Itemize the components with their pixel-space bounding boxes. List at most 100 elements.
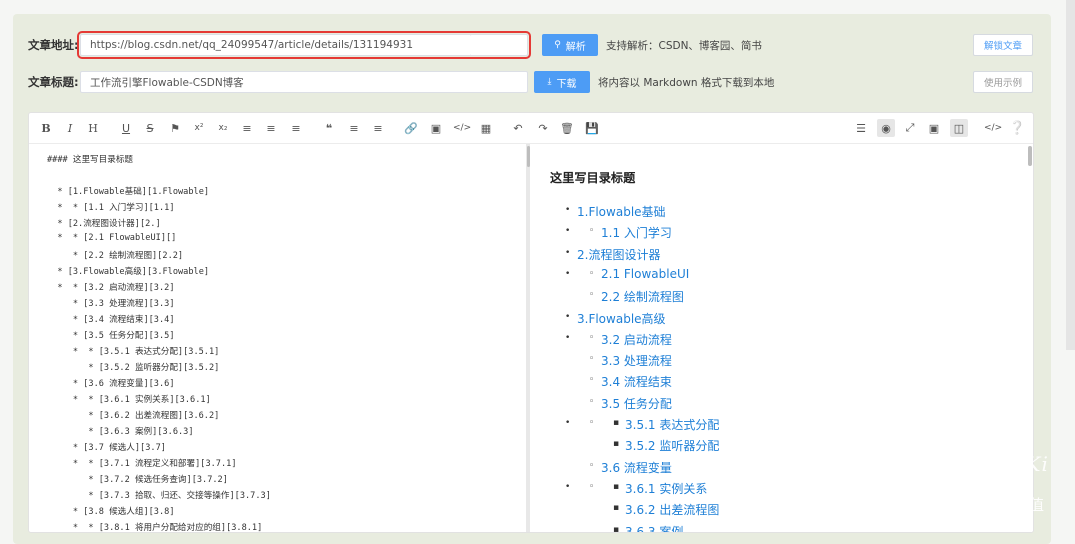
fullscreen-icon[interactable]: ⤢ [903,120,917,136]
help-icon[interactable]: ❔ [1009,120,1025,136]
toc-bullet: • [565,247,571,258]
toc-bullet: • [565,332,571,343]
toc-bullet: ◦ [589,460,595,471]
split-view-icon[interactable]: ◫ [950,119,968,137]
italic-icon[interactable]: I [63,120,77,136]
menu-icon[interactable]: ☰ [854,120,868,136]
strikethrough-icon[interactable]: S [143,120,157,136]
toc-bullet: ◦ [589,375,595,386]
trash-icon[interactable]: 🗑 [560,120,574,136]
markdown-line: * [3.4 流程结束][3.4] [47,315,175,325]
parse-hint: 支持解析：CSDN、博客园、简书 [606,39,762,52]
superscript-icon[interactable]: x² [192,120,206,136]
save-icon[interactable]: 💾 [585,120,599,136]
preview-scrollbar[interactable] [1028,146,1032,166]
toc-bullet: ◦ [589,481,595,492]
markdown-line: * [3.6 流程变量][3.6] [47,379,175,389]
title-input[interactable]: 工作流引擎Flowable-CSDN博客 [80,71,528,93]
parse-button[interactable]: ⚲ 解析 [542,34,598,56]
toc-bullet: ◦ [589,268,595,279]
markdown-line: * [3.8 候选人组][3.8] [47,507,175,517]
toc-bullet: ◦ [589,290,595,301]
download-button-label: 下载 [556,78,577,90]
undo-icon[interactable]: ↶ [511,120,525,136]
title-row: 文章标题: 工作流引擎Flowable-CSDN博客 ⤓ 下载 将内容以 Mar… [28,71,774,93]
page-scrollbar[interactable] [1066,0,1075,350]
toc-link[interactable]: 3.6.1 实例关系 [625,480,707,497]
image-icon[interactable]: ▣ [429,120,443,136]
url-input-tail[interactable] [470,34,528,56]
markdown-line: #### 这里写目录标题 [47,155,134,165]
markdown-line: * * [3.6.1 实例关系][3.6.1] [47,395,211,405]
markdown-line: * [3.6.2 出差流程图][3.6.2] [47,411,220,421]
toc-bullet: • [565,481,571,492]
toc-link[interactable]: 3.Flowable高级 [577,310,666,327]
subscript-icon[interactable]: x₂ [216,120,230,136]
toc-link[interactable]: 2.2 绘制流程图 [601,288,684,305]
toc-link[interactable]: 3.6.2 出差流程图 [625,501,719,518]
markdown-line: * [3.5.2 监听器分配][3.5.2] [47,363,220,373]
markdown-line: * * [1.1 入门学习][1.1] [47,203,175,213]
markdown-line: * * [3.5.1 表达式分配][3.5.1] [47,347,220,357]
quote-icon[interactable]: ❝ [322,120,336,136]
toc-bullet: • [565,418,571,428]
redo-icon[interactable]: ↷ [536,120,550,136]
download-icon: ⤓ [547,77,552,87]
toc-bullet: ▪ [613,503,620,514]
align-left-icon[interactable]: ≡ [240,120,254,136]
toc-link[interactable]: 2.流程图设计器 [577,246,660,263]
preview-toggle-icon[interactable]: ◉ [877,119,895,137]
toc-link[interactable]: 1.Flowable基础 [577,203,666,220]
toc-bullet: ◦ [589,332,595,343]
toc-link[interactable]: 3.6 流程变量 [601,459,672,476]
markdown-line: * * [3.2 启动流程][3.2] [47,283,175,293]
unlock-article-button[interactable]: 解锁文章 [973,34,1033,56]
toc-bullet: ▪ [613,439,620,450]
markdown-line: * [1.Flowable基础][1.Flowable] [47,187,210,197]
toc-bullet: • [565,311,571,322]
usage-example-button[interactable]: 使用示例 [973,71,1033,93]
toc-link[interactable]: 3.5 任务分配 [601,395,672,412]
toc-link[interactable]: 3.5.1 表达式分配 [625,416,719,433]
download-button[interactable]: ⤓ 下载 [534,71,590,93]
bold-icon[interactable]: B [39,120,53,136]
watermark-logo-icon [899,446,929,484]
markdown-source-pane[interactable]: #### 这里写目录标题 * [1.Flowable基础][1.Flowable… [29,144,526,532]
ordered-list-icon[interactable]: ≡ [347,120,361,136]
toc-link[interactable]: 3.3 处理流程 [601,352,672,369]
toc-link[interactable]: 2.1 FlowableUI [601,267,689,281]
watermark: JiLu.WiKi 让每条记录都有价值 [893,442,1063,522]
toc-link[interactable]: 3.5.2 监听器分配 [625,437,719,454]
watermark-slogan: 让每条记录都有价值 [893,496,1047,514]
table-icon[interactable]: ▦ [479,120,493,136]
markdown-editor: B I H U S ⚑ x² x₂ ≡ ≡ ≡ ❝ ≡ ≡ 🔗 ▣ </> ▦ … [28,112,1034,533]
window-icon[interactable]: ▣ [927,120,941,136]
toc-bullet: ◦ [589,354,595,365]
markdown-line: * [3.6.3 案例][3.6.3] [47,427,194,437]
markdown-line: * [3.3 处理流程][3.3] [47,299,175,309]
heading-icon[interactable]: H [86,120,100,136]
parse-button-label: 解析 [565,41,586,53]
code-icon[interactable]: </> [453,120,471,136]
align-center-icon[interactable]: ≡ [264,120,278,136]
markdown-line: * [3.5 任务分配][3.5] [47,331,175,341]
toc-link[interactable]: 3.2 启动流程 [601,331,672,348]
toc-bullet: ▪ [613,418,620,428]
html-code-icon[interactable]: </> [984,120,1002,136]
align-right-icon[interactable]: ≡ [289,120,303,136]
markdown-line: * [3.7.3 拾取、归还、交接等操作][3.7.3] [47,491,271,501]
url-input[interactable]: https://blog.csdn.net/qq_24099547/articl… [77,31,531,59]
toc-link[interactable]: 3.4 流程结束 [601,373,672,390]
toc-bullet: • [565,226,571,237]
unordered-list-icon[interactable]: ≡ [371,120,385,136]
watermark-brand: JiLu.WiKi [945,452,1049,476]
underline-icon[interactable]: U [119,120,133,136]
markdown-line: * [3.Flowable高级][3.Flowable] [47,267,210,277]
bookmark-icon[interactable]: ⚑ [168,120,182,136]
toc-link[interactable]: 1.1 入门学习 [601,224,672,241]
markdown-line: * * [3.7.1 流程定义和部署][3.7.1] [47,459,237,469]
markdown-line: * * [2.1 FlowableUI][] [47,233,177,243]
link-icon[interactable]: 🔗 [404,120,418,136]
search-icon: ⚲ [554,40,561,50]
markdown-line: * * [3.8.1 将用户分配给对应的组][3.8.1] [47,523,263,532]
